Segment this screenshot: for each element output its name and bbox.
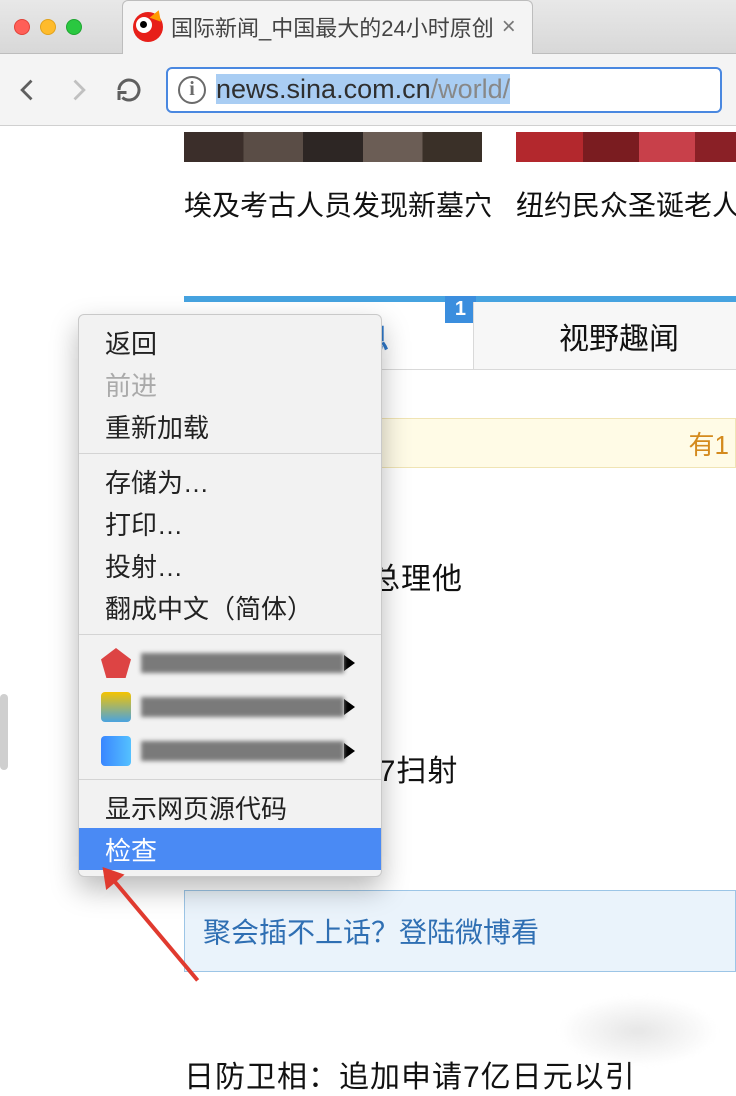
ctx-label: 投射… (105, 547, 183, 584)
thumbnail-caption: 纽约民众圣诞老人 (516, 184, 736, 224)
tab-label: 视野趣闻 (559, 314, 679, 358)
close-window-button[interactable] (14, 19, 30, 35)
tab-title: 国际新闻_中国最大的24小时原创 (171, 11, 494, 43)
context-menu: 返回 前进 重新加载 存储为… 打印… 投射… 翻成中文（简体） 显示网页源代码… (78, 314, 382, 877)
ctx-print[interactable]: 打印… (79, 502, 381, 544)
blurred-watermark (558, 996, 718, 1066)
weibo-favicon-icon (133, 12, 163, 42)
address-bar[interactable]: i news.sina.com.cn/world/ (166, 67, 722, 113)
thumbnail-image (184, 132, 482, 162)
ctx-label: 重新加载 (105, 408, 209, 445)
extension-icon (101, 692, 131, 722)
ctx-save-as[interactable]: 存储为… (79, 460, 381, 502)
thumbnail-caption: 埃及考古人员发现新墓穴 (184, 184, 482, 224)
tab-vision[interactable]: 视野趣闻 (474, 302, 736, 369)
thumbnail-row: 埃及考古人员发现新墓穴 纽约民众圣诞老人 (184, 132, 736, 224)
ctx-back[interactable]: 返回 (79, 321, 381, 363)
ctx-label: 存储为… (105, 463, 209, 500)
minimize-window-button[interactable] (40, 19, 56, 35)
site-info-icon[interactable]: i (178, 76, 206, 104)
browser-tab[interactable]: 国际新闻_中国最大的24小时原创 × (122, 0, 533, 54)
ctx-inspect[interactable]: 检查 (79, 828, 381, 870)
browser-toolbar: i news.sina.com.cn/world/ (0, 54, 736, 126)
submenu-arrow-icon (344, 699, 355, 715)
window-titlebar: 国际新闻_中国最大的24小时原创 × (0, 0, 736, 54)
ctx-extension-item[interactable] (79, 685, 381, 729)
ctx-label: 前进 (105, 366, 157, 403)
back-button[interactable] (14, 76, 42, 104)
ctx-label: 显示网页源代码 (105, 789, 287, 826)
ctx-cast[interactable]: 投射… (79, 544, 381, 586)
weibo-promo[interactable]: 聚会插不上话？登陆微博看 (184, 890, 736, 972)
refresh-badge: 1 (445, 296, 476, 323)
extension-icon (101, 736, 131, 766)
url-text: news.sina.com.cn/world/ (216, 74, 510, 105)
thumbnail-image (516, 132, 736, 162)
ctx-label: 翻成中文（简体） (105, 589, 313, 626)
zoom-window-button[interactable] (66, 19, 82, 35)
ctx-view-source[interactable]: 显示网页源代码 (79, 786, 381, 828)
extension-name-blurred (141, 653, 344, 673)
thumbnail-card[interactable]: 纽约民众圣诞老人 (516, 132, 736, 224)
thumbnail-card[interactable]: 埃及考古人员发现新墓穴 (184, 132, 482, 224)
forward-button[interactable] (64, 76, 92, 104)
ctx-translate[interactable]: 翻成中文（简体） (79, 586, 381, 628)
traffic-lights (0, 19, 82, 35)
extension-icon (101, 648, 131, 678)
ctx-label: 返回 (105, 324, 157, 361)
ctx-label: 打印… (105, 505, 183, 542)
close-tab-icon[interactable]: × (502, 13, 516, 41)
banner-text: 有1 (689, 425, 729, 462)
submenu-arrow-icon (344, 655, 355, 671)
submenu-arrow-icon (344, 743, 355, 759)
ctx-separator (79, 634, 381, 635)
ctx-forward: 前进 (79, 363, 381, 405)
ctx-extension-item[interactable] (79, 641, 381, 685)
ctx-reload[interactable]: 重新加载 (79, 405, 381, 447)
ctx-extension-item[interactable] (79, 729, 381, 773)
ctx-separator (79, 779, 381, 780)
ctx-separator (79, 453, 381, 454)
page-scrollbar-thumb[interactable] (0, 694, 8, 770)
reload-button[interactable] (114, 75, 144, 105)
extension-name-blurred (141, 697, 344, 717)
extension-name-blurred (141, 741, 344, 761)
